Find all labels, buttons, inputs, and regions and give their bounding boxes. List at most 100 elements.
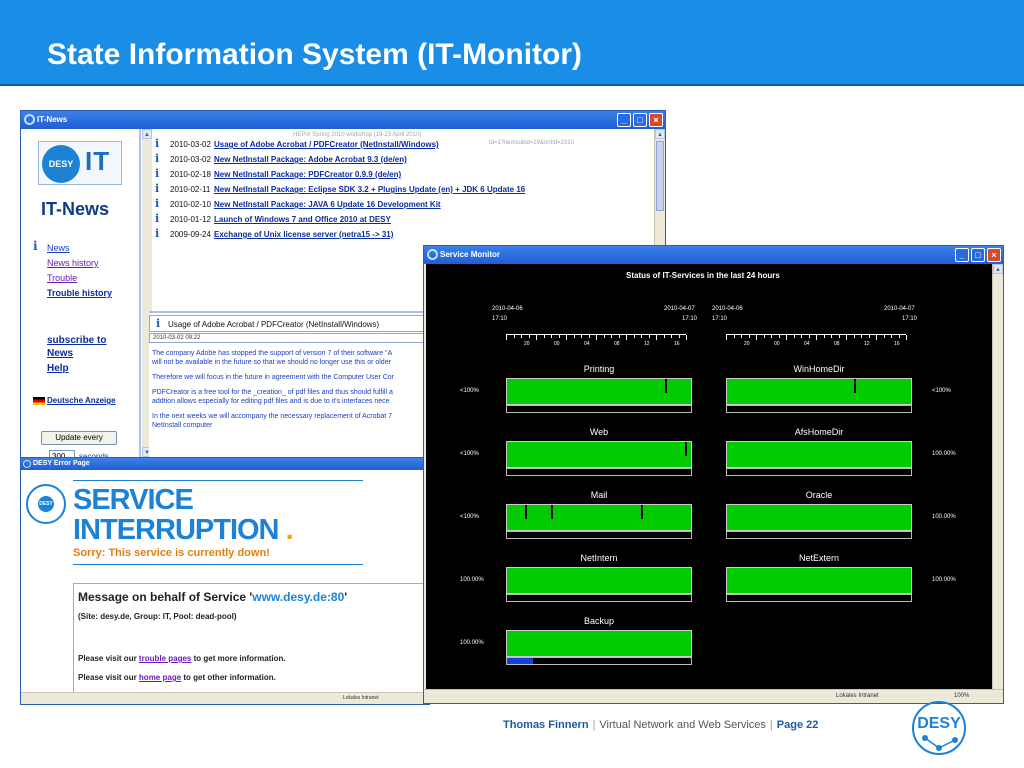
service-planned-bar <box>506 531 692 539</box>
axis-tick <box>543 335 545 338</box>
service-monitor-window: Service Monitor _ □ × Status of IT-Servi… <box>423 245 1004 704</box>
axis-tick <box>558 335 560 338</box>
news-item-link[interactable]: New NetInstall Package: JAVA 6 Update 16… <box>214 200 441 209</box>
slide-footer: Thomas Finnern | Virtual Network and Web S… <box>503 719 818 731</box>
news-item-link[interactable]: New NetInstall Package: Adobe Acrobat 9.… <box>214 155 407 164</box>
subscribe-link[interactable]: subscribe to <box>47 334 106 347</box>
axis-tick <box>861 335 862 338</box>
service-name: Mail <box>590 490 608 500</box>
interruption-text: INTERRUPTION <box>73 514 279 546</box>
news-item-link[interactable]: Launch of Windows 7 and Office 2010 at D… <box>214 215 391 224</box>
nav-news-history-link[interactable]: News history <box>47 256 112 271</box>
service-uptime-bar <box>506 567 692 594</box>
window-controls: _ □ × <box>955 248 1001 262</box>
home-page-link[interactable]: home page <box>139 673 181 682</box>
service-uptime-bar <box>726 504 912 531</box>
axis-tick <box>588 335 590 338</box>
german-flag-icon <box>33 397 45 405</box>
news-item[interactable]: i 2009-09-24 Exchange of Unix license serv… <box>155 227 665 242</box>
close-button[interactable]: × <box>649 113 663 127</box>
ie-icon <box>23 460 31 468</box>
monitor-display: Status of IT-Services in the last 24 hou… <box>426 264 992 691</box>
nav-trouble-history-link[interactable]: Trouble history <box>47 286 112 301</box>
service-monitor-titlebar[interactable]: Service Monitor _ □ × <box>424 246 1003 264</box>
footer-subtitle: Virtual Network and Web Services <box>599 719 766 731</box>
axis-start-date: 2010-04-06 <box>492 306 523 312</box>
news-item-date: 2010-03-02 <box>170 155 211 164</box>
monitor-scrollbar[interactable]: ▲ <box>992 264 1003 691</box>
service-uptime-bar <box>506 378 692 405</box>
service-name: www.desy.de:80 <box>252 590 345 604</box>
axis-tick <box>626 335 627 340</box>
service-name: NetExtern <box>798 553 840 563</box>
maximize-button[interactable]: □ <box>971 248 985 262</box>
service-availability: 100.00% <box>932 577 956 583</box>
service-availability: 100.00% <box>460 577 484 583</box>
axis-tick <box>838 335 840 338</box>
maximize-button[interactable]: □ <box>633 113 647 127</box>
close-button[interactable]: × <box>987 248 1001 262</box>
news-item[interactable]: i 2010-02-11 New NetInstall Package: Eclip… <box>155 182 665 197</box>
nav-trouble-link[interactable]: Trouble <box>47 271 112 286</box>
axis-tick <box>801 335 802 338</box>
service-planned-bar <box>506 468 692 476</box>
service-availability: 100.00% <box>932 451 956 457</box>
axis-tick <box>883 335 885 338</box>
news-item-link[interactable]: New NetInstall Package: Eclipse SDK 3.2 … <box>214 185 525 194</box>
service-uptime-bar <box>506 630 692 657</box>
news-item[interactable]: i 2010-01-12 Launch of Windows 7 and Offic… <box>155 212 665 227</box>
scroll-up-arrow-icon[interactable]: ▲ <box>655 129 665 139</box>
news-item[interactable]: i 2010-03-02 New NetInstall Package: Adobe… <box>155 152 665 167</box>
news-item-link[interactable]: Exchange of Unix license server (netra15… <box>214 230 393 239</box>
axis-tick <box>596 335 597 340</box>
trouble-pages-link[interactable]: trouble pages <box>139 654 191 663</box>
axis-tick <box>771 335 772 338</box>
news-item[interactable]: i 2010-02-18 New NetInstall Package: PDFCr… <box>155 167 665 182</box>
minimize-button[interactable]: _ <box>617 113 631 127</box>
info-icon: i <box>156 317 161 330</box>
axis-tick <box>536 335 537 340</box>
axis-tick-label: 12 <box>864 341 870 347</box>
news-item[interactable]: i 2010-03-02 Usage of Adobe Acrobat / PDFC… <box>155 137 665 152</box>
visit-prefix: Please visit our <box>78 654 139 663</box>
visit-home-line: Please visit our home page to get other … <box>78 673 276 682</box>
german-language-link[interactable]: Deutsche Anzeige <box>47 396 116 405</box>
axis-tick <box>748 335 750 338</box>
axis-end-time: 17:10 <box>682 316 698 322</box>
update-every-button[interactable]: Update every <box>41 431 117 445</box>
axis-tick <box>868 335 870 338</box>
error-page-body: DESY SERVICE INTERRUPTION . Sorry: This … <box>23 470 429 693</box>
service-name: Web <box>589 427 609 437</box>
news-item-date: 2010-03-02 <box>170 140 211 149</box>
subscribe-news-link[interactable]: News <box>47 347 106 360</box>
scroll-up-arrow-icon[interactable]: ▲ <box>142 129 152 139</box>
axis-tick <box>786 335 787 340</box>
nav-news-link[interactable]: News <box>47 241 112 256</box>
news-item-link[interactable]: Usage of Adobe Acrobat / PDFCreator (Net… <box>214 140 439 149</box>
orange-dot: . <box>285 514 294 546</box>
it-news-window-title: IT-News <box>37 115 68 124</box>
logo-link <box>938 739 956 749</box>
error-page-titlebar[interactable]: DESY Error Page <box>21 458 429 470</box>
service-planned-bar <box>726 531 912 539</box>
news-item[interactable]: i 2010-02-10 New NetInstall Package: JAVA … <box>155 197 665 212</box>
news-item-link[interactable]: New NetInstall Package: PDFCreator 0.9.9… <box>214 170 401 179</box>
news-nav: News News history Trouble Trouble histor… <box>47 241 112 301</box>
minimize-button[interactable]: _ <box>955 248 969 262</box>
axis-tick <box>513 335 515 338</box>
outage-marker <box>525 505 528 519</box>
axis-tick-label: 08 <box>834 341 840 347</box>
zoom-level[interactable]: 100% <box>954 693 969 699</box>
axis-tick-label: 20 <box>744 341 750 347</box>
axis-tick <box>853 335 855 338</box>
axis-tick <box>506 335 507 340</box>
help-link[interactable]: Help <box>47 362 106 375</box>
axis-tick <box>846 335 847 340</box>
service-planned-bar <box>726 405 912 413</box>
axis-tick <box>823 335 825 338</box>
service-uptime-bar <box>506 441 692 468</box>
it-news-titlebar[interactable]: IT-News _ □ × <box>21 111 665 129</box>
axis-tick-label: 04 <box>584 341 590 347</box>
scroll-thumb[interactable] <box>656 141 664 211</box>
scroll-up-arrow-icon[interactable]: ▲ <box>993 264 1003 274</box>
